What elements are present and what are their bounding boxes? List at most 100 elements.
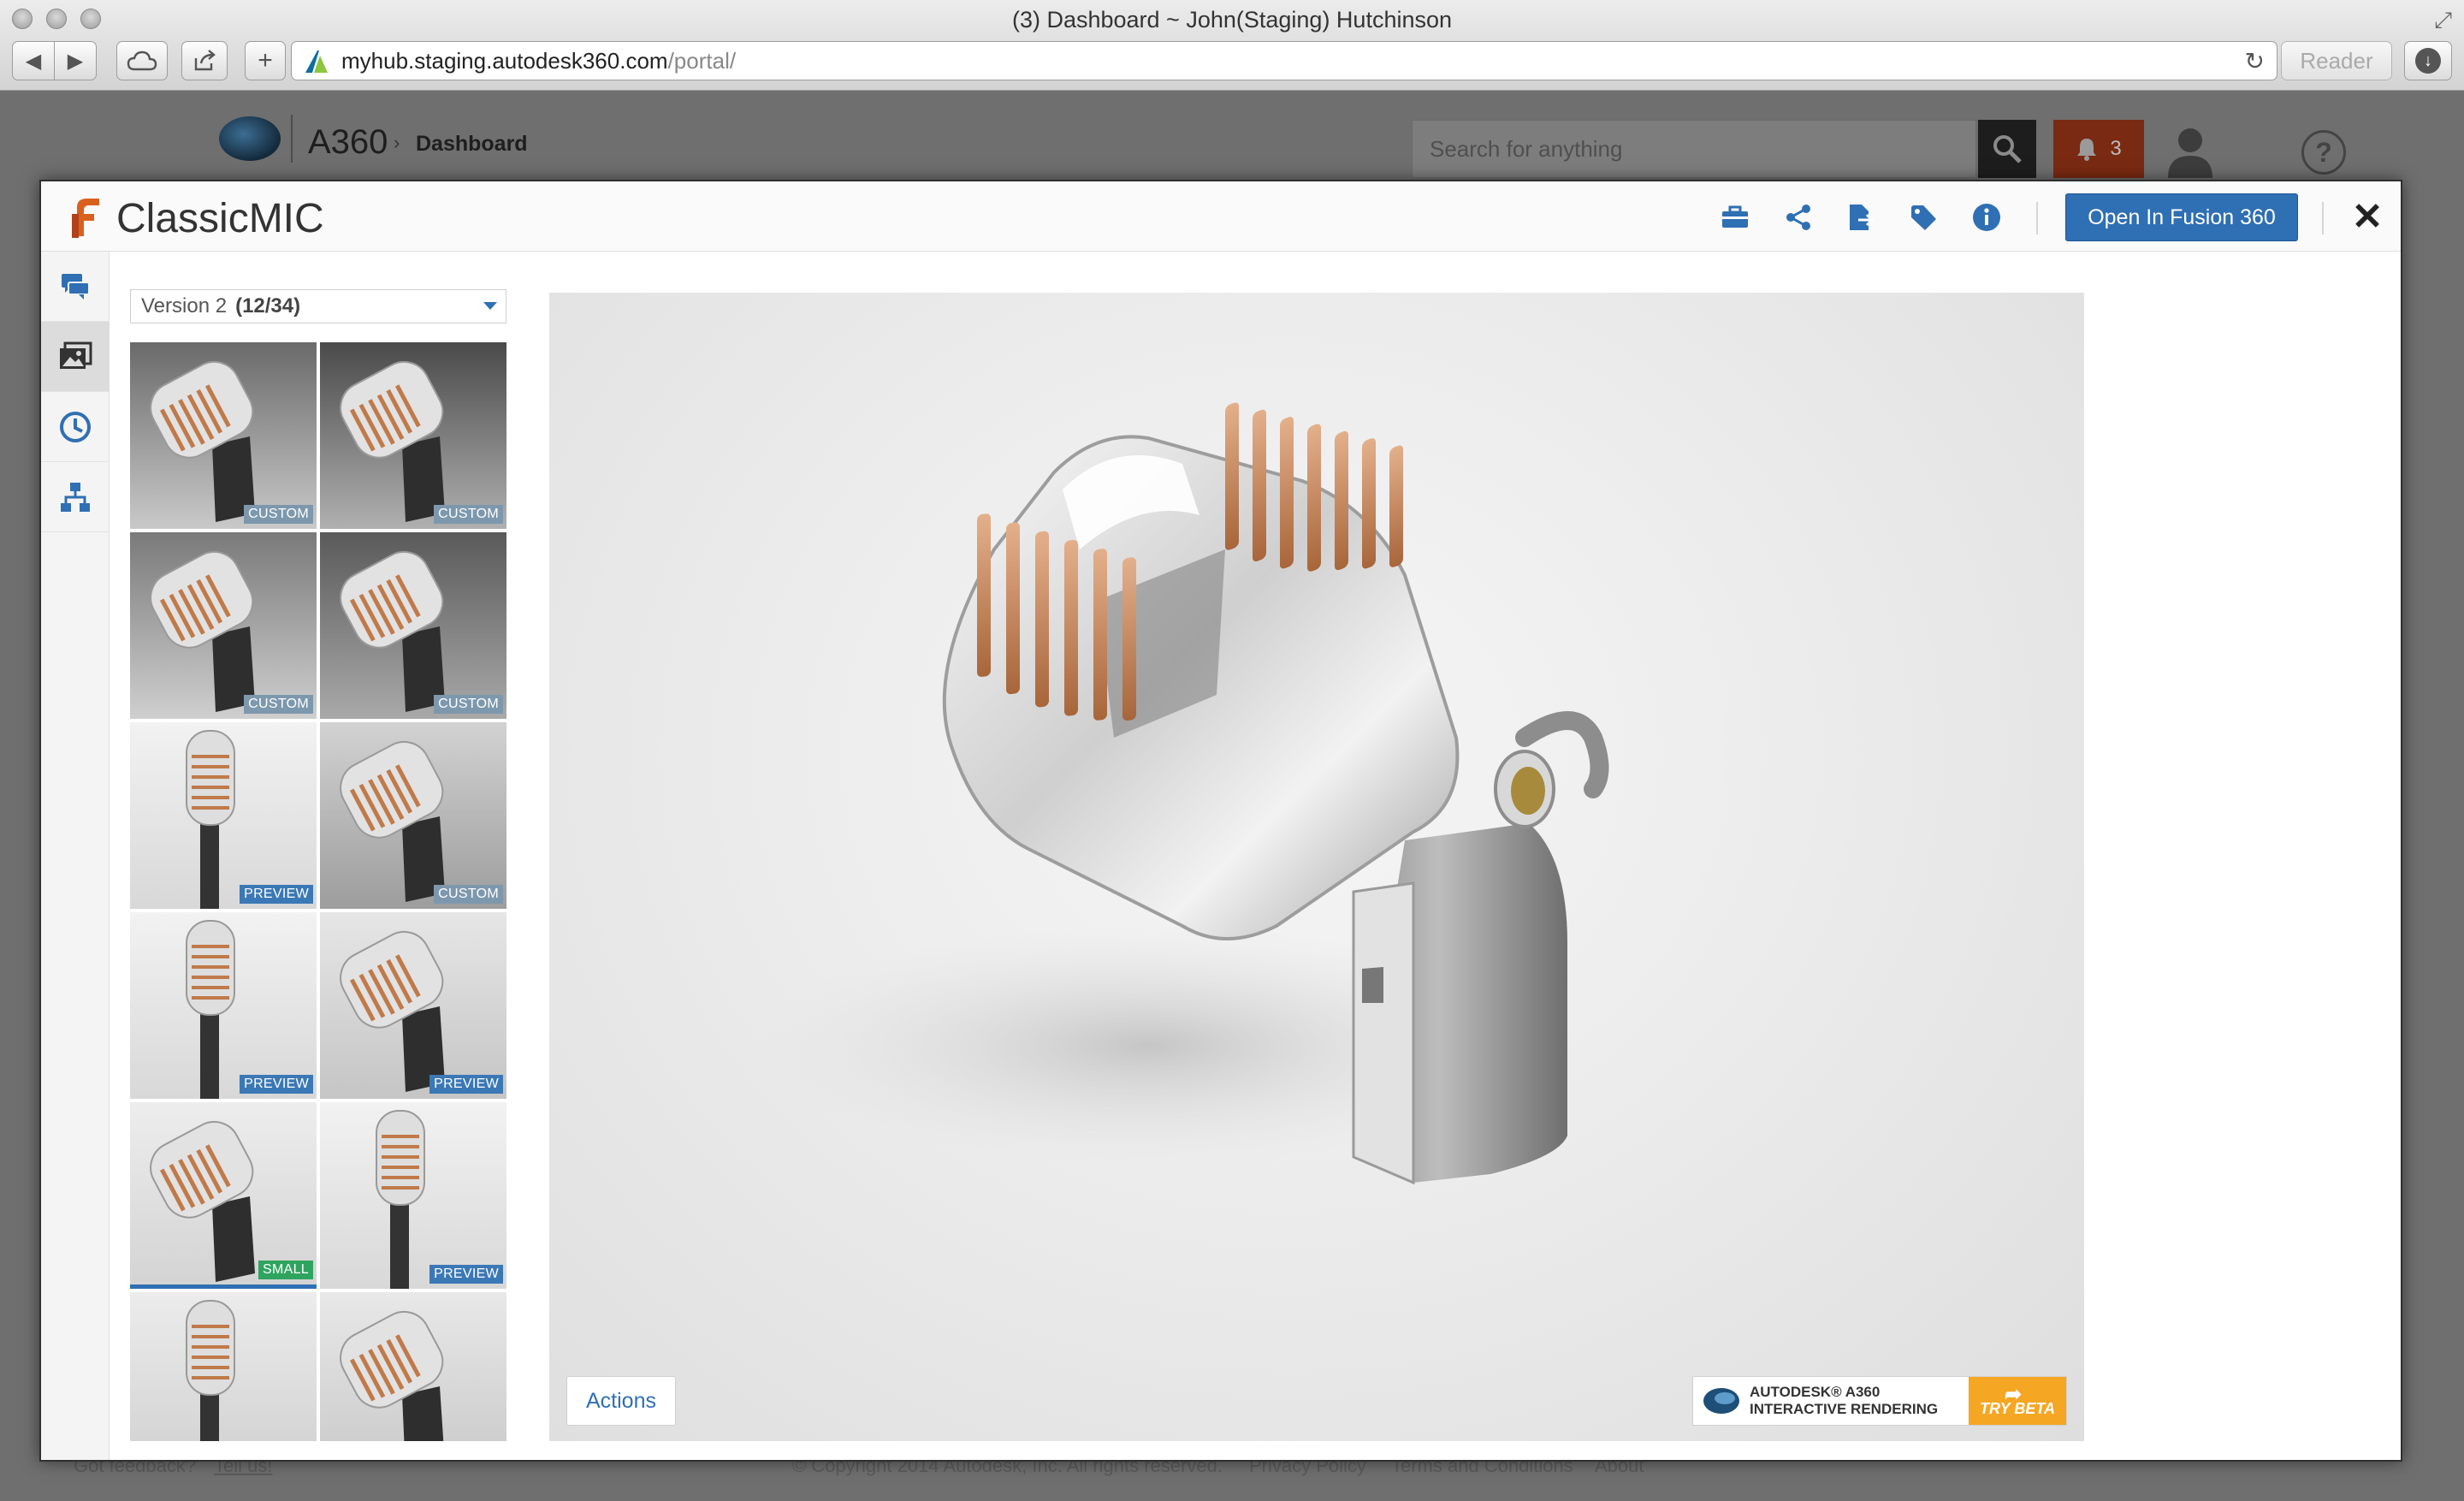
thumbnail-tile[interactable]: CUSTOM — [320, 342, 506, 529]
app-header: A360 › Dashboard Search for anything 3 ? — [0, 91, 2464, 183]
thumbnail-image — [130, 722, 317, 909]
try-beta-button[interactable]: ➦ TRY BETA — [1969, 1377, 2066, 1425]
promo-text: AUTODESK® A360 INTERACTIVE RENDERING — [1750, 1377, 1969, 1425]
bell-icon — [2077, 139, 2097, 161]
rail-hierarchy[interactable] — [41, 462, 110, 532]
autodesk-favicon — [305, 50, 328, 73]
version-dropdown[interactable]: Version 2 (12/34) — [130, 289, 506, 323]
gallery-icon — [60, 341, 92, 369]
breadcrumb[interactable]: Dashboard — [416, 132, 528, 157]
close-icon[interactable]: ✕ — [2346, 195, 2389, 238]
notification-count: 3 — [2110, 137, 2122, 160]
thumbnail-image — [320, 1102, 506, 1289]
chevron-down-icon — [483, 302, 497, 310]
back-arrow-icon: ◀ — [25, 49, 42, 73]
thumbnail-tag: CUSTOM — [244, 505, 313, 524]
version-count: (12/34) — [235, 294, 301, 317]
thumbnail-tag: PREVIEW — [429, 1075, 503, 1094]
download-arrow-icon: ↓ — [2415, 48, 2441, 74]
history-icon — [60, 411, 91, 442]
microphone-render — [755, 402, 1609, 1185]
a360-logo[interactable] — [219, 116, 281, 161]
share-page-button[interactable] — [181, 41, 228, 80]
thumbnail-tile[interactable]: CUSTOM — [320, 722, 506, 909]
thumbnail-tile[interactable] — [130, 1292, 317, 1441]
open-in-fusion-button[interactable]: Open In Fusion 360 — [2065, 193, 2298, 241]
thumbnail-image — [320, 912, 506, 1099]
thumbnail-tile[interactable]: PREVIEW — [130, 722, 317, 909]
thumbnail-tile[interactable]: PREVIEW — [320, 1102, 506, 1289]
arrow-icon: ➦ — [2005, 1383, 2023, 1406]
info-icon[interactable] — [1969, 200, 2004, 234]
thumbnail-tile[interactable]: CUSTOM — [320, 532, 506, 719]
thumbnail-image — [320, 1292, 506, 1441]
url-host: myhub.staging.autodesk360.com — [341, 47, 668, 74]
thumbnail-tag: PREVIEW — [429, 1265, 503, 1284]
downloads-button[interactable]: ↓ — [2404, 41, 2452, 80]
thumbnail-image — [320, 342, 506, 529]
fullscreen-icon[interactable]: ⤢ — [2434, 7, 2452, 34]
actions-button[interactable]: Actions — [566, 1376, 676, 1426]
thumbnail-tile[interactable] — [320, 1292, 506, 1441]
rail-history[interactable] — [41, 392, 110, 462]
promo-line-1: AUTODESK® A360 — [1750, 1384, 1881, 1400]
modal-header: ClassicMIC Open In Fusion 360 ✕ — [41, 181, 2401, 252]
icloud-tabs-button[interactable] — [116, 41, 168, 80]
thumbnail-tag: PREVIEW — [240, 1075, 313, 1094]
thumbnail-image — [320, 532, 506, 719]
thumbnail-image — [130, 532, 317, 719]
render-viewer[interactable]: Actions AUTODESK® A360 INTERACTIVE RENDE… — [549, 293, 2084, 1441]
rail-comments[interactable] — [41, 252, 110, 322]
thumbnail-tile[interactable]: CUSTOM — [130, 342, 317, 529]
browser-chrome: (3) Dashboard ~ John(Staging) Hutchinson… — [0, 0, 2464, 91]
thumbnail-grid: CUSTOM CUSTOM CUSTOM CUSTOM PREVIEW CUST… — [130, 342, 508, 1441]
notifications-button[interactable]: 3 — [2053, 120, 2144, 178]
reader-button[interactable]: Reader — [2281, 41, 2392, 80]
forward-button[interactable]: ▶ — [54, 41, 97, 80]
thumbnail-tile[interactable]: PREVIEW — [320, 912, 506, 1099]
back-button[interactable]: ◀ — [12, 41, 55, 80]
search-icon — [1993, 135, 2022, 163]
modal-title: ClassicMIC — [116, 196, 324, 241]
header-divider — [2322, 202, 2324, 234]
thumbnail-tag: CUSTOM — [434, 885, 503, 904]
thumbnail-tag: PREVIEW — [240, 885, 313, 904]
thumbnail-image — [130, 912, 317, 1099]
thumbnail-tile[interactable]: SMALL — [130, 1102, 317, 1289]
thumbnail-image — [130, 342, 317, 529]
window-title: (3) Dashboard ~ John(Staging) Hutchinson — [1011, 7, 1453, 33]
breadcrumb-separator: › — [394, 132, 400, 153]
reload-icon[interactable]: ↻ — [2245, 47, 2265, 75]
thumbnail-image — [320, 722, 506, 909]
briefcase-icon[interactable] — [1718, 200, 1752, 234]
rail-gallery[interactable] — [41, 322, 110, 392]
share-icon[interactable] — [1781, 200, 1815, 234]
a360-logo — [1693, 1377, 1750, 1425]
share-box-icon — [194, 50, 216, 71]
side-rail — [41, 252, 110, 1460]
thumbnail-image — [130, 1292, 317, 1441]
search-input[interactable]: Search for anything — [1412, 120, 1976, 178]
cloud-icon — [127, 50, 157, 71]
interactive-rendering-promo[interactable]: AUTODESK® A360 INTERACTIVE RENDERING ➦ T… — [1692, 1376, 2067, 1426]
design-viewer-modal: ClassicMIC Open In Fusion 360 ✕ Version … — [39, 180, 2402, 1462]
address-bar[interactable]: myhub.staging.autodesk360.com/portal/ ↻ — [291, 41, 2277, 80]
fusion360-logo — [72, 199, 99, 238]
app-name[interactable]: A360 — [308, 123, 388, 162]
new-tab-button[interactable]: + — [245, 41, 286, 80]
thumbnail-tile[interactable]: PREVIEW — [130, 912, 317, 1099]
help-icon[interactable]: ? — [2301, 130, 2346, 175]
export-document-icon[interactable] — [1843, 200, 1877, 234]
user-avatar-icon[interactable] — [2165, 123, 2216, 178]
tag-icon[interactable] — [1906, 200, 1940, 234]
url-path: /portal/ — [667, 47, 737, 74]
thumbnail-tag: SMALL — [258, 1261, 313, 1279]
thumbnail-tag: CUSTOM — [434, 505, 503, 524]
thumbnail-tile[interactable]: CUSTOM — [130, 532, 317, 719]
search-button[interactable] — [1978, 120, 2036, 178]
thumbnail-tag: CUSTOM — [434, 695, 503, 714]
hierarchy-icon — [61, 482, 90, 512]
plus-icon: + — [258, 46, 273, 74]
forward-arrow-icon: ▶ — [67, 49, 84, 73]
thumbnail-tag: CUSTOM — [244, 695, 313, 714]
